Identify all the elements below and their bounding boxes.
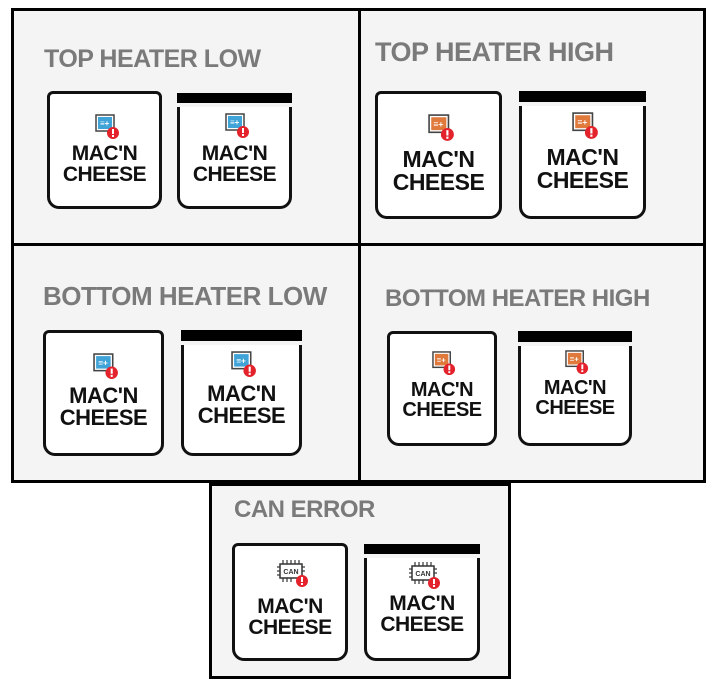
well-label: MAC'N CHEESE (180, 143, 289, 186)
well-label-line1: MAC'N (402, 146, 475, 172)
well-closed[interactable]: ≡+ MAC'N CHEESE (177, 107, 292, 209)
well-open[interactable]: ≡+ MAC'N CHEESE (47, 91, 162, 209)
well-label-line1: MAC'N (389, 592, 455, 615)
panel-top-heater-high: TOP HEATER HIGH ≡+ MAC'N CHEESE ≡+ MAC'N… (358, 8, 706, 246)
well-label: MAC'N CHEESE (46, 383, 161, 431)
well-closed[interactable]: CAN MAC'N CHEESE (364, 558, 480, 661)
well-label: MAC'N CHEESE (521, 378, 629, 419)
panel-bottom-heater-high: BOTTOM HEATER HIGH ≡+ MAC'N CHEESE ≡+ MA… (358, 243, 706, 483)
lid-bar (364, 544, 480, 554)
heater-warning-icon: ≡+ (572, 112, 598, 139)
panel-can-error: CAN ERROR CAN MAC'N CHEESE CAN MAC'N CHE… (209, 483, 511, 679)
panel-bottom-heater-low: BOTTOM HEATER LOW ≡+ MAC'N CHEESE ≡+ MAC… (11, 243, 361, 483)
well-label: MAC'N CHEESE (522, 144, 643, 194)
well-label-line2: CHEESE (197, 403, 286, 429)
well-label-line2: CHEESE (536, 167, 629, 194)
well-closed[interactable]: ≡+ MAC'N CHEESE (181, 345, 302, 456)
lid-bar (518, 331, 632, 342)
heater-warning-icon: ≡+ (231, 351, 256, 377)
heater-warning-icon: ≡+ (428, 114, 454, 141)
heater-warning-icon: ≡+ (565, 350, 589, 375)
well-label-line1: MAC'N (410, 379, 474, 401)
svg-text:≡+: ≡+ (100, 119, 110, 128)
heater-warning-icon: ≡+ (225, 113, 249, 138)
well-label-line1: MAC'N (546, 144, 619, 170)
panel-title: BOTTOM HEATER HIGH (385, 285, 650, 312)
well-label-line2: CHEESE (248, 616, 332, 640)
svg-text:≡+: ≡+ (230, 118, 240, 127)
panel-top-heater-low: TOP HEATER LOW ≡+ MAC'N CHEESE ≡+ MAC'N … (11, 8, 361, 246)
well-label: MAC'N CHEESE (50, 143, 159, 186)
panel-title: CAN ERROR (234, 496, 375, 523)
svg-text:≡+: ≡+ (236, 355, 246, 365)
well-label-line1: MAC'N (201, 142, 268, 165)
lid-bar (181, 330, 302, 341)
can-chip-label: CAN (415, 571, 430, 578)
heater-warning-icon: ≡+ (95, 114, 119, 139)
well-open[interactable]: ≡+ MAC'N CHEESE (43, 330, 164, 456)
lid-bar (519, 91, 646, 102)
well-label-line2: CHEESE (535, 397, 615, 420)
can-chip-warning-icon: CAN (277, 560, 308, 587)
well-label-line1: MAC'N (257, 595, 323, 618)
well-label-line2: CHEESE (59, 405, 148, 431)
well-label: MAC'N CHEESE (367, 593, 477, 636)
svg-text:≡+: ≡+ (433, 119, 443, 129)
can-chip-label: CAN (283, 569, 298, 576)
well-label-line2: CHEESE (402, 399, 482, 422)
well-label-line2: CHEESE (62, 163, 147, 187)
heater-warning-icon: ≡+ (93, 353, 118, 379)
well-open[interactable]: ≡+ MAC'N CHEESE (375, 91, 502, 219)
lid-bar (177, 93, 292, 103)
well-label-line1: MAC'N (543, 377, 607, 399)
can-chip-warning-icon: CAN (409, 562, 440, 589)
well-open[interactable]: CAN MAC'N CHEESE (232, 543, 348, 661)
svg-text:≡+: ≡+ (98, 357, 108, 367)
heater-warning-icon: ≡+ (432, 351, 456, 376)
well-label: MAC'N CHEESE (184, 381, 299, 429)
well-label-line1: MAC'N (71, 142, 138, 165)
well-label-line2: CHEESE (380, 613, 464, 637)
svg-text:≡+: ≡+ (437, 356, 446, 365)
well-open[interactable]: ≡+ MAC'N CHEESE (387, 331, 497, 446)
svg-text:≡+: ≡+ (577, 117, 587, 127)
well-label-line2: CHEESE (392, 169, 485, 196)
well-label-line1: MAC'N (69, 383, 138, 408)
panel-title: TOP HEATER HIGH (375, 37, 614, 67)
panel-title: TOP HEATER LOW (44, 45, 261, 73)
well-label: MAC'N CHEESE (378, 146, 499, 196)
well-label: MAC'N CHEESE (235, 596, 345, 639)
svg-text:≡+: ≡+ (570, 355, 579, 364)
well-closed[interactable]: ≡+ MAC'N CHEESE (518, 346, 632, 446)
panel-title: BOTTOM HEATER LOW (43, 281, 327, 311)
well-label-line2: CHEESE (192, 163, 277, 187)
well-label: MAC'N CHEESE (390, 380, 494, 421)
well-label-line1: MAC'N (207, 381, 276, 406)
well-closed[interactable]: ≡+ MAC'N CHEESE (519, 106, 646, 219)
